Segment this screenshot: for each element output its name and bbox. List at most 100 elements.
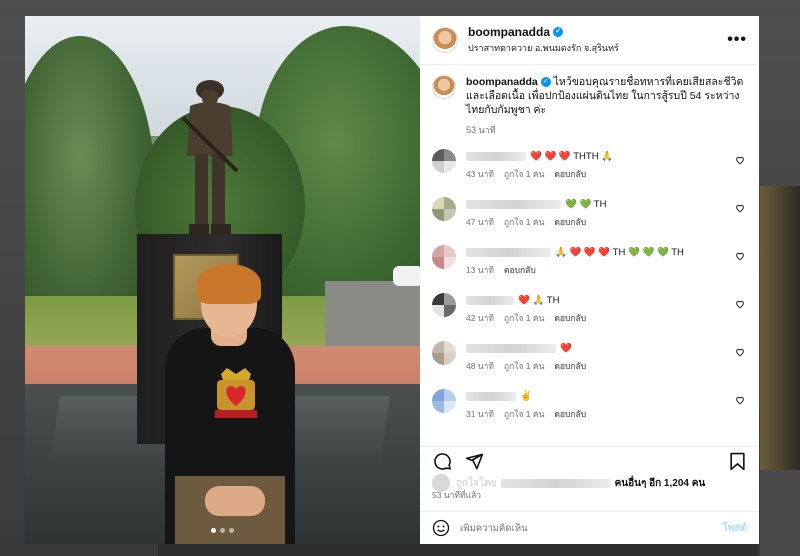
reply-button[interactable]: ตอบกลับ — [554, 359, 586, 373]
post-comment-button[interactable]: โพสต์ — [722, 521, 747, 536]
comment-body: ❤️ ❤️ ❤️ THTH 🙏 43 นาที ถูกใจ 1 คน ตอบกลับ — [466, 149, 735, 181]
photo-car — [393, 266, 420, 286]
comment-body: ❤️ 🙏 TH 42 นาที ถูกใจ 1 คน ตอบกลับ — [466, 293, 735, 325]
post-modal: boompanadda ✓ ปราสาทตาควาย อ.พนมดงรัก จ.… — [25, 16, 759, 544]
background-strip — [158, 544, 758, 556]
like-comment-heart-icon[interactable] — [735, 347, 747, 360]
commenter-name-blurred[interactable] — [466, 295, 514, 305]
comment-text: ❤️ — [560, 342, 572, 354]
like-comment-heart-icon[interactable] — [735, 299, 747, 312]
like-comment-heart-icon[interactable] — [735, 203, 747, 216]
person-hands — [205, 486, 265, 516]
comment-text-row: 💚 💚 TH — [466, 197, 735, 211]
comment-body: ✌️ 31 นาที ถูกใจ 1 คน ตอบกลับ — [466, 389, 735, 421]
comment-text: ✌️ — [520, 390, 532, 402]
header-username-row: boompanadda ✓ — [468, 25, 727, 39]
share-icon[interactable] — [462, 450, 486, 474]
like-comment-heart-icon[interactable] — [735, 155, 747, 168]
post-photo[interactable] — [25, 16, 420, 544]
shirt-emblem — [215, 368, 257, 418]
comment-composer: โพสต์ — [420, 511, 759, 544]
comment-icon[interactable] — [430, 450, 454, 474]
comment-time: 43 นาที — [466, 169, 495, 179]
caption-username[interactable]: boompanadda — [466, 76, 538, 88]
comment-text: 💚 💚 TH — [565, 198, 607, 210]
action-bar — [420, 446, 759, 476]
comment-meta: 43 นาที ถูกใจ 1 คน ตอบกลับ — [466, 167, 735, 181]
post-time: 53 นาทีที่แล้ว — [432, 490, 482, 500]
carousel-dot[interactable] — [229, 528, 234, 533]
commenter-avatar[interactable] — [432, 341, 456, 365]
comment-text-row: 🙏 ❤️ ❤️ ❤️ TH 💚 💚 💚 TH — [466, 245, 735, 259]
comment-body: 💚 💚 TH 47 นาที ถูกใจ 1 คน ตอบกลับ — [466, 197, 735, 229]
comment-text-row: ❤️ — [466, 341, 735, 355]
comment-meta: 13 นาที ตอบกลับ — [466, 263, 735, 277]
comment-item: ❤️ 🙏 TH 42 นาที ถูกใจ 1 คน ตอบกลับ — [432, 293, 747, 329]
carousel-dot[interactable] — [211, 528, 216, 533]
comment-meta: 48 นาที ถูกใจ 1 คน ตอบกลับ — [466, 359, 735, 373]
location-link[interactable]: ปราสาทตาควาย อ.พนมดงรัก จ.สุรินทร์ — [468, 41, 727, 55]
commenter-avatar[interactable] — [432, 293, 456, 317]
verified-badge-icon: ✓ — [553, 27, 564, 37]
commenter-name-blurred[interactable] — [466, 247, 551, 257]
comments-feed[interactable]: boompanadda ✓ ไหว้ขอบคุณรายชื่อทหารที่เค… — [420, 65, 759, 435]
bookmark-icon[interactable] — [725, 450, 749, 474]
comment-meta: 47 นาที ถูกใจ 1 คน ตอบกลับ — [466, 215, 735, 229]
post-header: boompanadda ✓ ปราสาทตาควาย อ.พนมดงรัก จ.… — [420, 16, 759, 65]
comment-body: ❤️ 48 นาที ถูกใจ 1 คน ตอบกลับ — [466, 341, 735, 373]
reply-button[interactable]: ตอบกลับ — [554, 215, 586, 229]
likes-count[interactable]: คนอื่นๆ อีก 1,204 คน — [615, 476, 706, 491]
person-hair — [197, 264, 261, 304]
background-thumbnail — [760, 186, 800, 486]
verified-badge-icon: ✓ — [540, 77, 551, 88]
carousel-dot[interactable] — [220, 528, 225, 533]
caption-body: boompanadda ✓ ไหว้ขอบคุณรายชื่อทหารที่เค… — [466, 75, 747, 137]
comment-likes[interactable]: ถูกใจ 1 คน — [504, 359, 544, 373]
comment-item: 🙏 ❤️ ❤️ ❤️ TH 💚 💚 💚 TH 13 นาที ตอบกลับ — [432, 245, 747, 281]
more-options-button[interactable]: ••• — [727, 31, 747, 49]
username-link[interactable]: boompanadda — [468, 25, 550, 39]
comment-text: 🙏 ❤️ ❤️ ❤️ TH 💚 💚 💚 TH — [555, 246, 684, 258]
commenter-avatar[interactable] — [432, 389, 456, 413]
comment-time: 13 นาที — [466, 265, 495, 275]
emoji-icon[interactable] — [432, 519, 450, 537]
reply-button[interactable]: ตอบกลับ — [554, 311, 586, 325]
comment-meta: 31 นาที ถูกใจ 1 คน ตอบกลับ — [466, 407, 735, 421]
comment-meta: 42 นาที ถูกใจ 1 คน ตอบกลับ — [466, 311, 735, 325]
reply-button[interactable]: ตอบกลับ — [504, 263, 536, 277]
commenter-avatar[interactable] — [432, 197, 456, 221]
commenter-name-blurred[interactable] — [466, 343, 556, 353]
comment-item: ❤️ ❤️ ❤️ THTH 🙏 43 นาที ถูกใจ 1 คน ตอบกลับ — [432, 149, 747, 185]
commenter-name-blurred[interactable] — [466, 391, 516, 401]
commenter-name-blurred[interactable] — [466, 199, 561, 209]
caption-time: 53 นาที — [466, 125, 496, 135]
comment-time: 48 นาที — [466, 361, 495, 371]
photo-road — [325, 281, 420, 351]
comment-item: ✌️ 31 นาที ถูกใจ 1 คน ตอบกลับ — [432, 389, 747, 425]
reply-button[interactable]: ตอบกลับ — [554, 167, 586, 181]
caption-avatar[interactable] — [432, 75, 456, 99]
comment-time: 47 นาที — [466, 217, 495, 227]
background-thumbnail-2 — [760, 470, 800, 556]
comment-time: 31 นาที — [466, 409, 495, 419]
comment-likes[interactable]: ถูกใจ 1 คน — [504, 215, 544, 229]
like-comment-heart-icon[interactable] — [735, 251, 747, 264]
comment-likes[interactable]: ถูกใจ 1 คน — [504, 407, 544, 421]
comment-text: ❤️ 🙏 TH — [518, 294, 560, 306]
like-comment-heart-icon[interactable] — [735, 395, 747, 408]
comment-item: ❤️ 48 นาที ถูกใจ 1 คน ตอบกลับ — [432, 341, 747, 377]
comment-likes[interactable]: ถูกใจ 1 คน — [504, 167, 544, 181]
comment-time: 42 นาที — [466, 313, 495, 323]
post-caption: boompanadda ✓ ไหว้ขอบคุณรายชื่อทหารที่เค… — [432, 75, 747, 137]
comment-likes[interactable]: ถูกใจ 1 คน — [504, 311, 544, 325]
comment-item: 💚 💚 TH 47 นาที ถูกใจ 1 คน ตอบกลับ — [432, 197, 747, 233]
reply-button[interactable]: ตอบกลับ — [554, 407, 586, 421]
avatar[interactable] — [432, 27, 458, 53]
commenter-name-blurred[interactable] — [466, 151, 526, 161]
comment-text-row: ❤️ 🙏 TH — [466, 293, 735, 307]
comment-input[interactable] — [460, 522, 723, 534]
commenter-avatar[interactable] — [432, 245, 456, 269]
commenter-avatar[interactable] — [432, 149, 456, 173]
comment-text-row: ✌️ — [466, 389, 735, 403]
soldier-statue — [181, 80, 239, 234]
